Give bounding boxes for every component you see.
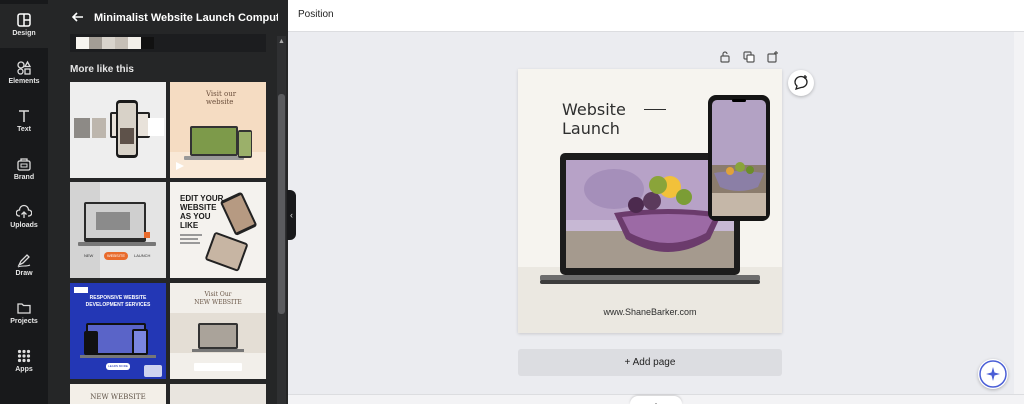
add-page-button[interactable]: + Add page bbox=[518, 349, 782, 376]
template-thumb-2[interactable]: Visit our website bbox=[170, 82, 266, 178]
template-thumb-6[interactable]: Visit Our NEW WEBSITE bbox=[170, 283, 266, 379]
duplicate-page-icon[interactable] bbox=[742, 50, 756, 64]
rail-label: Brand bbox=[13, 174, 35, 181]
laptop-phone-graphic[interactable] bbox=[518, 69, 782, 333]
apps-icon bbox=[17, 349, 31, 363]
editor-toolbar: Position bbox=[288, 0, 1024, 32]
panel-title: Minimalist Website Launch Computer ... bbox=[94, 12, 278, 24]
uploads-icon bbox=[16, 204, 32, 218]
template-thumb-1[interactable] bbox=[70, 82, 166, 178]
thumb-graphic bbox=[70, 82, 166, 178]
scroll-up-arrow-icon[interactable]: ▲ bbox=[278, 38, 285, 45]
magic-assistant-button[interactable] bbox=[978, 359, 1008, 389]
rail-label: Text bbox=[17, 126, 31, 133]
palette-swatch[interactable] bbox=[128, 37, 141, 49]
template-thumb-4[interactable]: EDIT YOUR WEBSITE AS YOU LIKE bbox=[170, 182, 266, 278]
rail-label: Apps bbox=[15, 366, 33, 373]
comment-add-icon bbox=[794, 75, 808, 90]
draw-icon bbox=[17, 254, 31, 268]
template-thumb-3[interactable]: NEW WEBSITE LAUNCH bbox=[70, 182, 166, 278]
lock-icon[interactable] bbox=[718, 50, 732, 64]
rail-item-apps[interactable]: Apps bbox=[0, 340, 48, 384]
design-page[interactable]: Website Launch www.ShaneBarker.com bbox=[518, 69, 782, 333]
add-page-icon[interactable] bbox=[766, 50, 780, 64]
color-palette[interactable] bbox=[70, 34, 266, 52]
thumb-button-row: NEW WEBSITE LAUNCH bbox=[84, 252, 151, 260]
rail-item-uploads[interactable]: Uploads bbox=[0, 196, 48, 240]
palette-swatch[interactable] bbox=[141, 37, 154, 49]
rail-label: Design bbox=[12, 30, 36, 37]
elements-icon bbox=[17, 60, 32, 75]
template-thumb-8[interactable] bbox=[170, 384, 266, 404]
position-button[interactable]: Position bbox=[298, 9, 334, 20]
thumb-text: RESPONSIVE WEBSITE DEVELOPMENT SERVICES bbox=[85, 295, 151, 308]
rail-item-projects[interactable]: Projects bbox=[0, 292, 48, 336]
rail-item-text[interactable]: Text bbox=[0, 100, 48, 144]
rail-label: Uploads bbox=[10, 222, 38, 229]
back-arrow-icon[interactable] bbox=[70, 9, 86, 25]
add-comment-button[interactable] bbox=[788, 70, 814, 96]
collapse-panel-button[interactable]: ‹ bbox=[287, 190, 296, 240]
palette-swatch[interactable] bbox=[102, 37, 115, 49]
brand-icon bbox=[17, 158, 31, 171]
rail-item-brand[interactable]: Brand bbox=[0, 148, 48, 192]
more-like-this-heading: More like this bbox=[70, 64, 134, 75]
projects-icon bbox=[17, 303, 31, 314]
thumb-text: Visit Our NEW WEBSITE bbox=[194, 291, 242, 306]
rail-item-design[interactable]: Design bbox=[0, 4, 48, 48]
design-icon bbox=[17, 13, 31, 27]
sparkle-icon bbox=[979, 360, 1007, 388]
page-thumbnails-toggle[interactable] bbox=[630, 396, 682, 404]
thumb-text: Visit our website bbox=[206, 90, 237, 106]
template-thumb-5[interactable]: RESPONSIVE WEBSITE DEVELOPMENT SERVICES L… bbox=[70, 283, 166, 379]
panel-header: Minimalist Website Launch Computer ... bbox=[48, 0, 288, 34]
rail-item-elements[interactable]: Elements bbox=[0, 52, 48, 96]
thumb-graphic bbox=[70, 182, 166, 278]
rail-label: Projects bbox=[10, 318, 38, 325]
thumb-text: EDIT YOUR WEBSITE AS YOU LIKE bbox=[180, 194, 224, 230]
template-panel: Minimalist Website Launch Computer ... M… bbox=[48, 0, 288, 404]
template-thumb-7[interactable]: NEW WEBSITE bbox=[70, 384, 166, 404]
chevron-left-icon: ‹ bbox=[290, 210, 293, 220]
thumb-text: NEW WEBSITE bbox=[90, 393, 146, 401]
left-rail: Design Elements Text Brand Uploads Draw … bbox=[0, 0, 48, 404]
rail-label: Draw bbox=[15, 270, 33, 277]
palette-swatch[interactable] bbox=[89, 37, 102, 49]
text-icon bbox=[19, 110, 29, 122]
palette-swatch[interactable] bbox=[115, 37, 128, 49]
palette-swatch[interactable] bbox=[76, 37, 89, 49]
editor-app: Design Elements Text Brand Uploads Draw … bbox=[0, 0, 1024, 404]
design-url[interactable]: www.ShaneBarker.com bbox=[518, 307, 782, 317]
rail-item-draw[interactable]: Draw bbox=[0, 244, 48, 288]
panel-scrollbar-thumb[interactable] bbox=[278, 94, 285, 314]
rail-label: Elements bbox=[8, 78, 40, 85]
thumb-learn-more: LEARN MORE bbox=[106, 363, 130, 370]
canvas-scrollbar-vertical[interactable] bbox=[1014, 32, 1024, 394]
